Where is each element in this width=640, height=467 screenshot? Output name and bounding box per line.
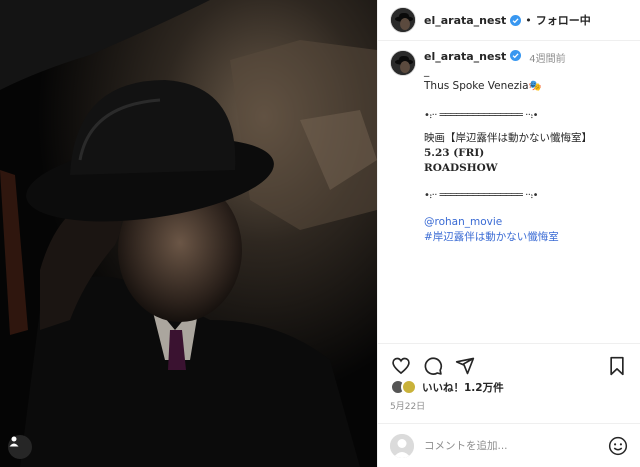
bookmark-icon[interactable] (606, 355, 628, 377)
post-time[interactable]: 4週間前 (529, 50, 565, 65)
following-button[interactable]: フォロー中 (536, 12, 591, 28)
hashtag-link[interactable]: #岸辺露伴は動かない懺悔室 (424, 230, 628, 245)
verified-badge-icon (510, 50, 522, 61)
post-date[interactable]: 5月22日 (390, 399, 425, 412)
caption-dash: _ (424, 65, 430, 77)
caption-text: _ Thus Spoke Venezia🎭 •⹎·· ═════════════… (424, 64, 628, 245)
ornament-bottom: •⹎·· ═══════════════ ··⹎• (424, 190, 539, 201)
heart-icon[interactable] (390, 355, 412, 377)
caption-movie: 映画【岸辺露伴は動かない懺悔室】 (424, 132, 592, 144)
mention-link[interactable]: @rohan_movie (424, 215, 628, 230)
liker-avatar (401, 379, 417, 395)
comment-box (378, 423, 640, 467)
likes-count[interactable]: いいね！1.2万件 (422, 380, 504, 395)
comment-input[interactable] (424, 439, 608, 452)
caption-avatar[interactable] (390, 50, 416, 76)
comment-icon[interactable] (422, 355, 444, 377)
author-username[interactable]: el_arata_nest (424, 14, 506, 27)
ornament-top: •⹎·· ═══════════════ ··⹎• (424, 110, 539, 121)
caption-username[interactable]: el_arata_nest (424, 50, 506, 63)
post-caption: el_arata_nest 4週間前 _ Thus Spoke Venezia🎭… (390, 50, 628, 245)
tagged-user-icon[interactable] (8, 435, 32, 459)
caption-release-date: 5.23 (FRI) (424, 147, 485, 159)
post-header: el_arata_nest • フォロー中 (378, 0, 640, 41)
post-photo[interactable] (0, 0, 377, 467)
share-icon[interactable] (454, 355, 476, 377)
caption-roadshow: ROADSHOW (424, 162, 498, 174)
caption-title: Thus Spoke Venezia🎭 (424, 80, 542, 92)
current-user-avatar (390, 433, 414, 458)
author-avatar[interactable] (390, 7, 416, 33)
header-separator: • (525, 13, 532, 27)
photo-illustration (0, 0, 377, 467)
emoji-icon[interactable] (608, 436, 628, 456)
likes-row[interactable]: いいね！1.2万件 (390, 379, 504, 395)
post-sidebar: el_arata_nest • フォロー中 el_arata_nest 4週間前… (377, 0, 640, 467)
verified-badge-icon (510, 14, 522, 26)
